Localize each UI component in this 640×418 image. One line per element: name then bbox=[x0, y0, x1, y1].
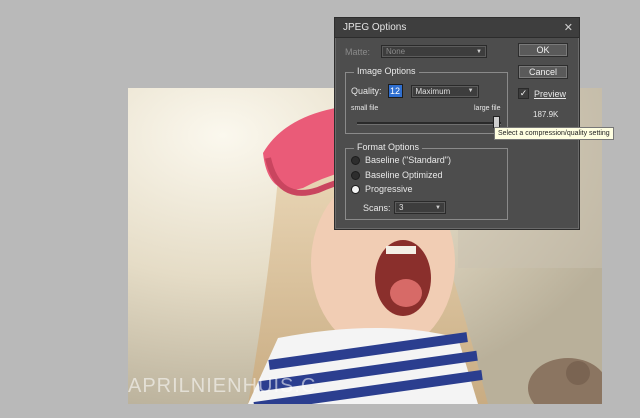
dialog-titlebar[interactable]: JPEG Options ✕ bbox=[335, 18, 579, 38]
radio-button[interactable] bbox=[351, 184, 360, 194]
quality-input[interactable]: 12 bbox=[387, 84, 403, 98]
dialog-title: JPEG Options bbox=[343, 22, 407, 33]
radio-button[interactable] bbox=[351, 155, 360, 165]
watermark-text: APRILNIENHUIS.C bbox=[128, 375, 317, 397]
matte-value: None bbox=[386, 47, 406, 56]
quality-slider-track[interactable] bbox=[357, 122, 501, 125]
matte-label: Matte: bbox=[345, 46, 371, 57]
ok-button[interactable]: OK bbox=[518, 43, 568, 57]
matte-select: None ▼ bbox=[381, 45, 487, 58]
radio-baseline-optimized[interactable]: Baseline Optimized bbox=[351, 170, 443, 180]
large-file-label: large file bbox=[474, 105, 501, 112]
quality-row: Quality: 12 Maximum ▼ bbox=[351, 84, 479, 98]
scans-select[interactable]: 3 ▼ bbox=[394, 201, 446, 214]
tooltip: Select a compression/quality setting bbox=[494, 127, 614, 140]
chevron-down-icon: ▼ bbox=[467, 88, 474, 94]
matte-row: Matte: None ▼ bbox=[345, 45, 487, 58]
scans-row: Scans: 3 ▼ bbox=[363, 201, 446, 214]
scans-label: Scans: bbox=[363, 202, 391, 213]
format-options-title: Format Options bbox=[354, 142, 423, 152]
cancel-button[interactable]: Cancel bbox=[518, 65, 568, 79]
radio-button[interactable] bbox=[351, 170, 360, 180]
scans-value: 3 bbox=[399, 203, 404, 212]
preview-row[interactable]: ✓ Preview bbox=[518, 88, 566, 99]
quality-label: Quality: bbox=[351, 86, 382, 96]
chevron-down-icon: ▼ bbox=[476, 48, 482, 55]
small-file-label: small file bbox=[351, 105, 379, 112]
image-options-title: Image Options bbox=[354, 66, 419, 76]
quality-preset-value: Maximum bbox=[415, 86, 451, 96]
radio-label: Baseline Optimized bbox=[365, 170, 443, 180]
jpeg-options-dialog: JPEG Options ✕ Matte: None ▼ OK Cancel ✓… bbox=[334, 17, 580, 230]
close-icon[interactable]: ✕ bbox=[564, 21, 573, 34]
radio-progressive[interactable]: Progressive bbox=[351, 184, 413, 194]
radio-baseline-standard[interactable]: Baseline ("Standard") bbox=[351, 155, 451, 165]
chevron-down-icon: ▼ bbox=[435, 204, 441, 211]
preview-label: Preview bbox=[534, 88, 567, 99]
preview-checkbox[interactable]: ✓ bbox=[518, 88, 529, 99]
file-size: 187.9K bbox=[533, 110, 559, 119]
radio-label: Progressive bbox=[365, 184, 413, 194]
radio-label: Baseline ("Standard") bbox=[365, 155, 451, 165]
quality-preset-select[interactable]: Maximum ▼ bbox=[410, 84, 479, 98]
